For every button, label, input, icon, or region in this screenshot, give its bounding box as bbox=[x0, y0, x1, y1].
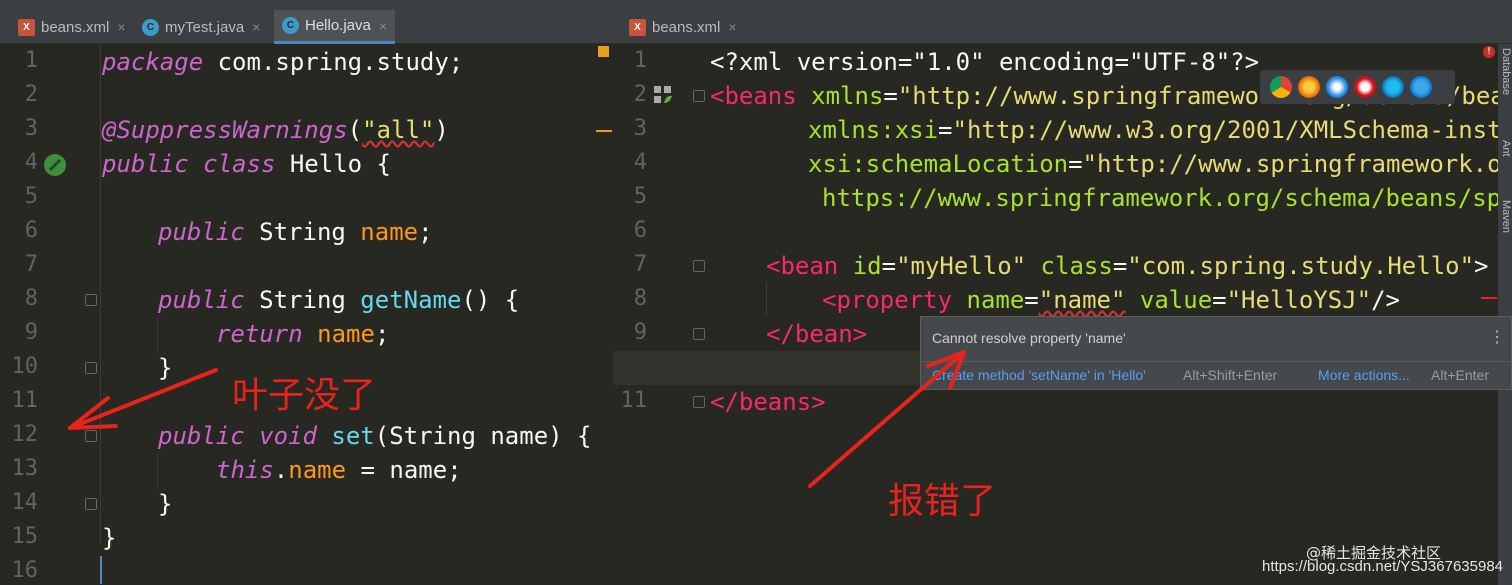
annotation-arrows bbox=[68, 350, 966, 488]
annotation-error: 报错了 bbox=[888, 481, 997, 522]
arrow-right-shaft bbox=[808, 350, 966, 488]
annotation-leaf-missing: 叶子没了 bbox=[232, 375, 377, 416]
arrow-left-shaft bbox=[68, 368, 218, 430]
arrow-left-head-a bbox=[68, 396, 110, 430]
csdn-watermark: https://blog.csdn.net/YSJ367635984 bbox=[1262, 558, 1504, 575]
arrow-left-head-b bbox=[68, 424, 118, 430]
